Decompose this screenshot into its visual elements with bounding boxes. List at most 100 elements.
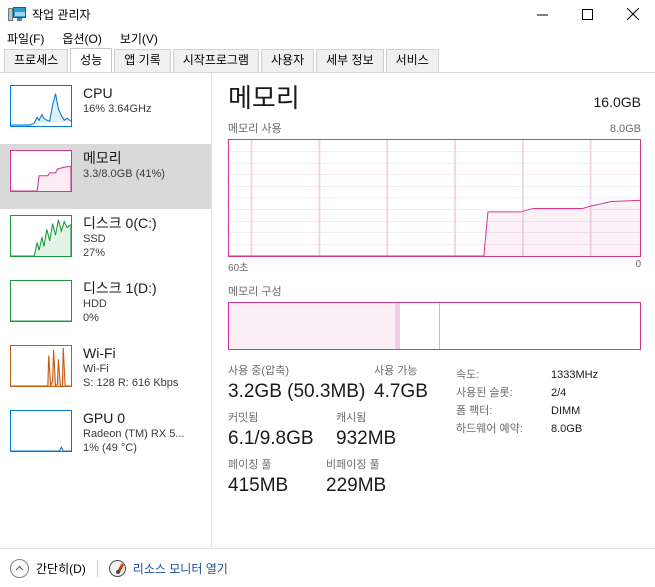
memory-statistics: 사용 중(압축) 3.2GB (50.3MB) 사용 가능 4.7GB 커밋됨 … — [228, 364, 641, 505]
disk-0-thumbnail-graph — [10, 215, 72, 257]
gpu-0-texts: GPU 0 Radeon (TM) RX 5... 1% (49 °C) — [83, 410, 184, 455]
window-title: 작업 관리자 — [32, 7, 91, 22]
usage-chart-max: 8.0GB — [609, 123, 641, 135]
spec-hardware-reserved: 하드웨어 예약: 8.0GB — [456, 420, 598, 438]
memory-composition-bar[interactable] — [228, 302, 641, 350]
cached-value: 932MB — [336, 428, 397, 449]
nonpaged-pool-label: 비페이징 풀 — [326, 459, 380, 471]
menu-bar: 파일(F) 옵션(O) 보기(V) — [0, 28, 655, 49]
tab-performance[interactable]: 성능 — [70, 48, 113, 72]
sidebar-item-disk-1[interactable]: 디스크 1(D:) HDD 0% — [0, 274, 211, 339]
cpu-texts: CPU 16% 3.64GHz — [83, 85, 151, 116]
sidebar-item-label: Wi-Fi — [83, 345, 116, 361]
committed-stat: 커밋됨 6.1/9.8GB — [228, 411, 336, 452]
wifi-type: Wi-Fi — [83, 363, 109, 375]
menu-view[interactable]: 보기(V) — [120, 28, 167, 49]
stats-column: 사용 중(압축) 3.2GB (50.3MB) 사용 가능 4.7GB 커밋됨 … — [228, 364, 456, 505]
tab-processes[interactable]: 프로세스 — [4, 49, 69, 72]
wifi-thumbnail-graph — [10, 345, 72, 387]
paged-pool-label: 페이징 풀 — [228, 459, 272, 471]
sidebar-item-label: 디스크 0(C:) — [83, 215, 157, 231]
status-divider — [96, 559, 98, 577]
tab-strip: 프로세스 성능 앱 기록 시작프로그램 사용자 세부 정보 서비스 — [0, 48, 655, 73]
task-manager-icon — [8, 6, 26, 22]
tab-users[interactable]: 사용자 — [260, 49, 315, 72]
cpu-stat: 16% 3.64GHz — [83, 103, 152, 115]
cached-stat: 캐시됨 932MB — [336, 411, 396, 452]
disk-1-thumbnail-graph — [10, 280, 72, 322]
committed-value: 6.1/9.8GB — [228, 428, 314, 449]
disk-0-stat: 27% — [83, 247, 106, 259]
disk-1-type: HDD — [83, 298, 107, 310]
disk-0-texts: 디스크 0(C:) SSD 27% — [83, 215, 157, 260]
sidebar-item-label: 메모리 — [83, 150, 122, 166]
spec-slots-used: 사용된 슬롯: 2/4 — [456, 384, 598, 402]
stats-row-1: 사용 중(압축) 3.2GB (50.3MB) 사용 가능 4.7GB — [228, 364, 456, 405]
nonpaged-pool-stat: 비페이징 풀 229MB — [326, 458, 386, 499]
sidebar-item-disk-0[interactable]: 디스크 0(C:) SSD 27% — [0, 209, 211, 274]
title-bar: 작업 관리자 — [0, 0, 655, 28]
memory-thumbnail-graph — [10, 150, 72, 192]
paged-pool-value: 415MB — [228, 475, 289, 496]
spec-hardware-reserved-key: 하드웨어 예약: — [456, 423, 523, 435]
composition-modified-segment — [395, 303, 400, 349]
tab-app-history[interactable]: 앱 기록 — [114, 49, 171, 72]
page-title: 메모리 — [228, 83, 300, 113]
available-value: 4.7GB — [374, 381, 428, 402]
sidebar-item-gpu-0[interactable]: GPU 0 Radeon (TM) RX 5... 1% (49 °C) — [0, 404, 211, 469]
available-label: 사용 가능 — [374, 365, 418, 377]
memory-detail-panel: 메모리 16.0GB 메모리 사용 8.0GB 60초 0 메모리 구성 사용 … — [212, 73, 655, 548]
composition-divider — [438, 303, 440, 349]
hardware-specs: 속도: 1333MHz 사용된 슬롯: 2/4 폼 팩터: DIMM 하드웨어 … — [456, 364, 598, 505]
sidebar-item-label: 디스크 1(D:) — [83, 280, 157, 296]
spec-form-factor: 폼 팩터: DIMM — [456, 402, 598, 420]
axis-start-label: 60초 — [228, 263, 249, 274]
spec-speed: 속도: 1333MHz — [456, 366, 598, 384]
minimize-icon[interactable] — [520, 0, 565, 28]
wifi-stat: S: 128 R: 616 Kbps — [83, 377, 179, 389]
stats-row-2: 커밋됨 6.1/9.8GB 캐시됨 932MB — [228, 411, 456, 452]
composition-label: 메모리 구성 — [228, 286, 282, 298]
maximize-icon[interactable] — [565, 0, 610, 28]
gpu-0-thumbnail-graph — [10, 410, 72, 452]
fewer-details-label: 간단히(D) — [36, 561, 86, 576]
tab-services[interactable]: 서비스 — [385, 49, 439, 72]
memory-usage-graph — [228, 139, 641, 257]
paged-pool-stat: 페이징 풀 415MB — [228, 458, 326, 499]
nonpaged-pool-value: 229MB — [326, 475, 387, 496]
resource-sidebar: CPU 16% 3.64GHz 메모리 3.3/8.0GB (41%) 디스크 … — [0, 73, 212, 548]
spec-slots-used-value: 2/4 — [551, 387, 567, 399]
status-bar: 간단히(D) 리소스 모니터 열기 — [0, 548, 655, 587]
menu-options[interactable]: 옵션(O) — [62, 28, 110, 49]
fewer-details-button[interactable]: 간단히(D) — [10, 558, 86, 578]
spec-form-factor-value: DIMM — [551, 405, 581, 417]
open-resource-monitor-link[interactable]: 리소스 모니터 열기 — [108, 559, 228, 577]
tab-startup[interactable]: 시작프로그램 — [172, 49, 259, 72]
tab-details[interactable]: 세부 정보 — [316, 49, 384, 72]
in-use-stat: 사용 중(압축) 3.2GB (50.3MB) — [228, 364, 374, 405]
sidebar-item-label: CPU — [83, 85, 113, 101]
in-use-value: 3.2GB (50.3MB) — [228, 381, 366, 402]
sidebar-item-memory[interactable]: 메모리 3.3/8.0GB (41%) — [0, 144, 211, 209]
close-icon[interactable] — [610, 0, 655, 28]
total-memory-value: 16.0GB — [593, 94, 641, 110]
open-resource-monitor-label: 리소스 모니터 열기 — [132, 561, 228, 576]
disk-1-texts: 디스크 1(D:) HDD 0% — [83, 280, 157, 325]
spec-slots-used-key: 사용된 슬롯: — [456, 387, 513, 399]
spec-hardware-reserved-value: 8.0GB — [551, 423, 583, 435]
committed-label: 커밋됨 — [228, 412, 259, 424]
menu-file[interactable]: 파일(F) — [7, 28, 53, 49]
spec-speed-key: 속도: — [456, 369, 480, 381]
memory-usage-plot — [229, 140, 640, 256]
chevron-up-icon — [10, 558, 29, 578]
panel-header: 메모리 16.0GB — [228, 83, 641, 113]
gpu-0-model: Radeon (TM) RX 5... — [83, 428, 185, 440]
content-area: CPU 16% 3.64GHz 메모리 3.3/8.0GB (41%) 디스크 … — [0, 73, 655, 548]
usage-axis-row: 60초 0 — [228, 259, 641, 274]
wifi-texts: Wi-Fi Wi-Fi S: 128 R: 616 Kbps — [83, 345, 178, 390]
sidebar-item-wifi[interactable]: Wi-Fi Wi-Fi S: 128 R: 616 Kbps — [0, 339, 211, 404]
window-controls — [520, 0, 655, 28]
disk-1-stat: 0% — [83, 312, 99, 324]
sidebar-item-cpu[interactable]: CPU 16% 3.64GHz — [0, 79, 211, 144]
in-use-label: 사용 중(압축) — [228, 365, 289, 377]
